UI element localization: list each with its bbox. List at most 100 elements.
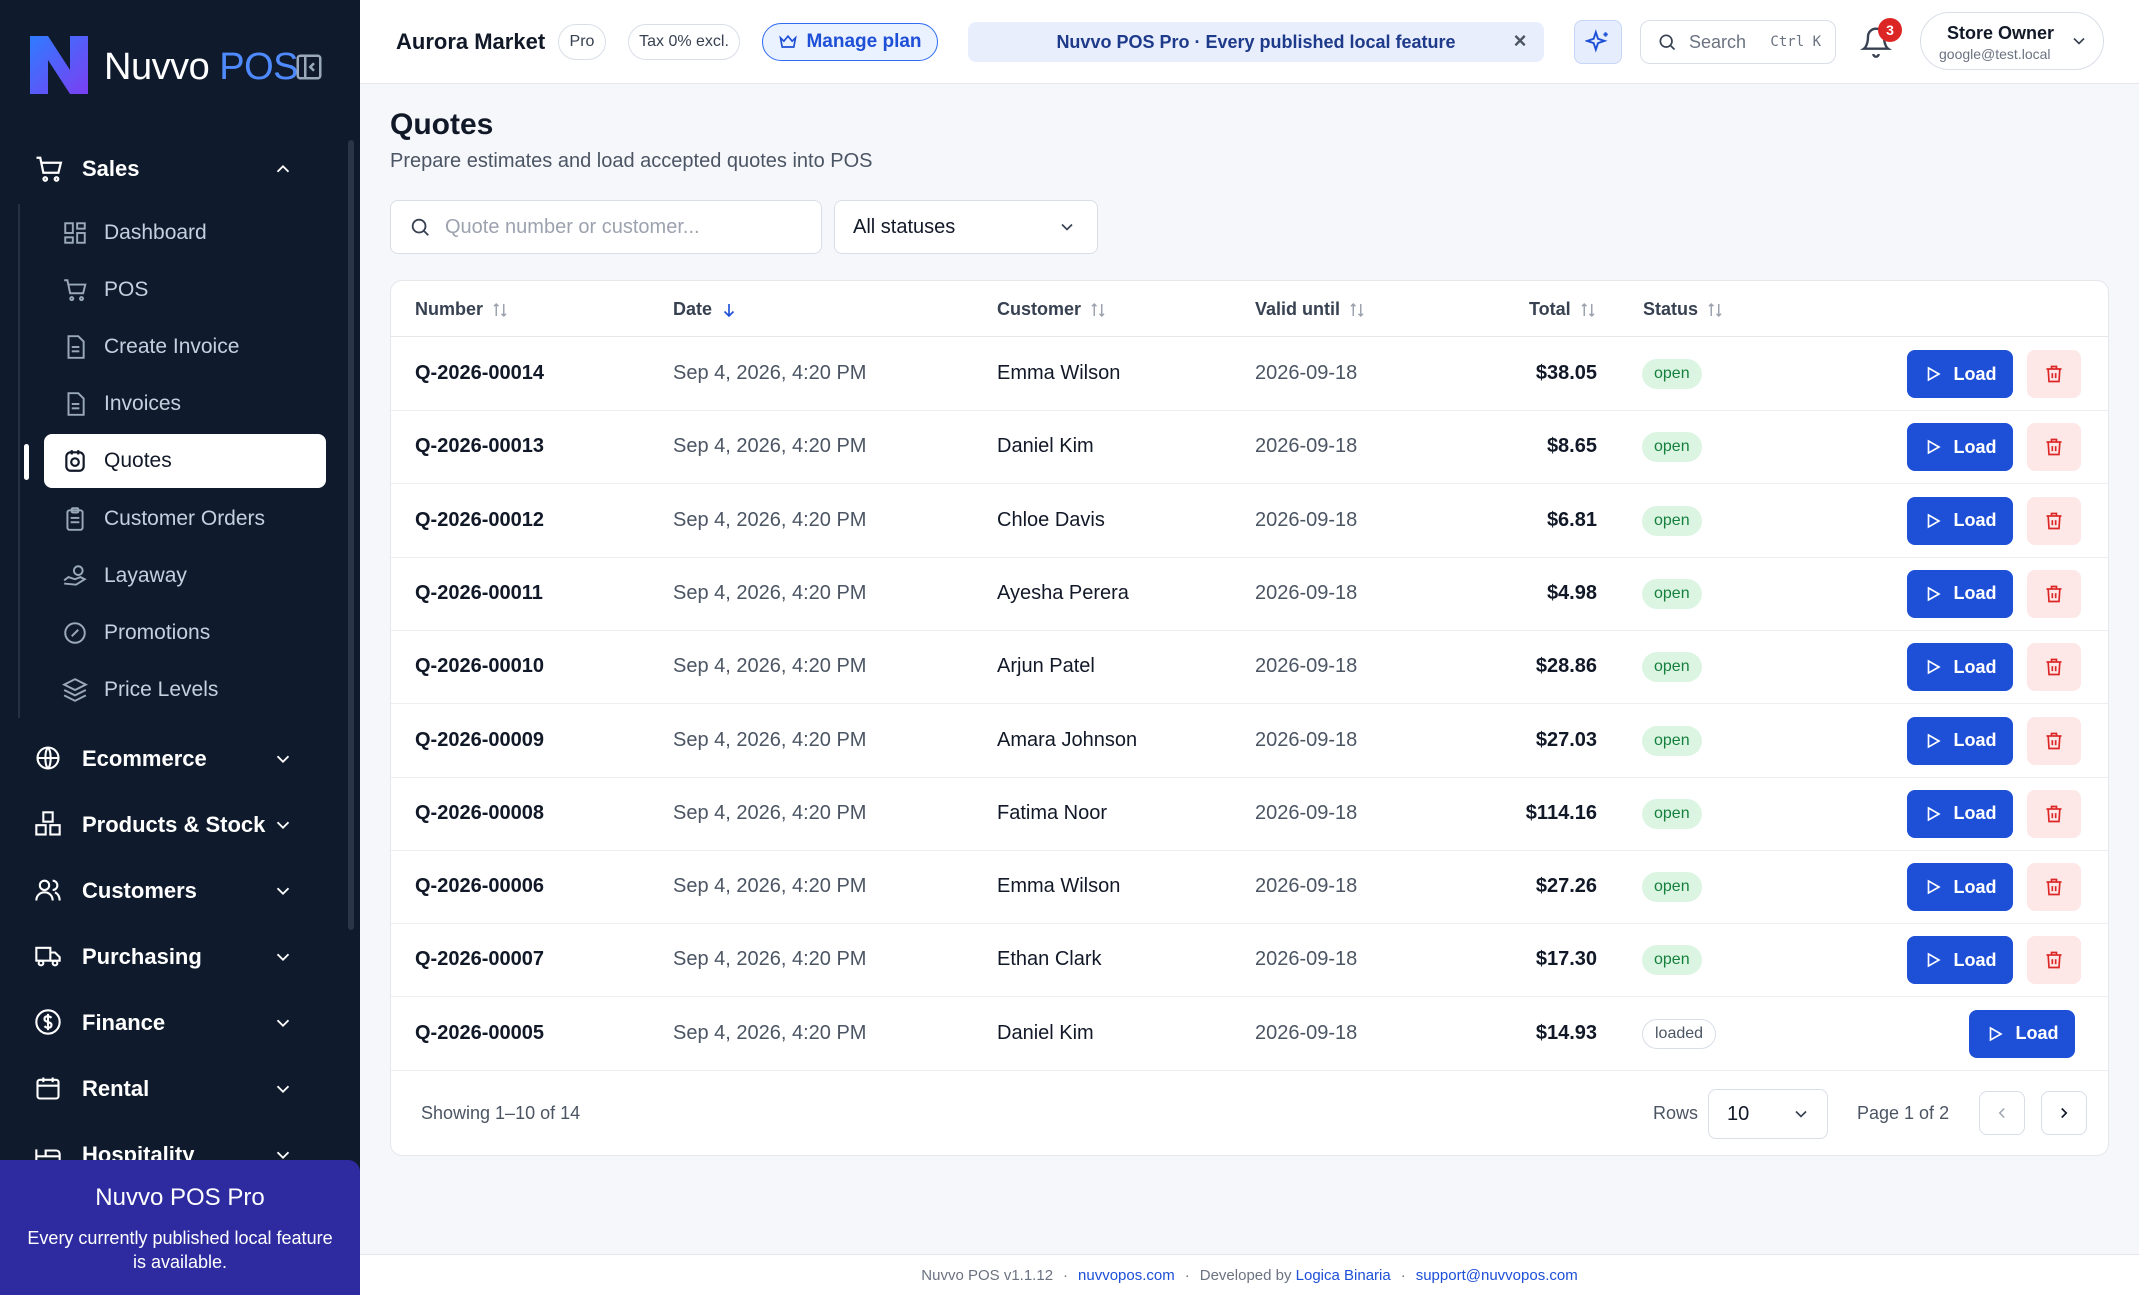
quote-date: Sep 4, 2026, 4:20 PM xyxy=(673,508,867,531)
table-row[interactable]: Q-2026-00007 Sep 4, 2026, 4:20 PM Ethan Cl… xyxy=(391,924,2108,998)
chevron-up-icon xyxy=(276,164,290,173)
sidebar-item-layaway[interactable]: Layaway xyxy=(20,547,344,604)
load-quote-button[interactable]: Load xyxy=(1907,423,2013,472)
sidebar-item-customer-orders[interactable]: Customer Orders xyxy=(20,490,344,547)
quote-search-input[interactable] xyxy=(445,215,805,239)
table-row[interactable]: Q-2026-00011 Sep 4, 2026, 4:20 PM Ayesha P… xyxy=(391,558,2108,631)
load-quote-button[interactable]: Load xyxy=(1907,643,2013,692)
delete-quote-button[interactable] xyxy=(2027,496,2081,545)
trash-icon xyxy=(2046,365,2062,383)
close-icon[interactable]: × xyxy=(1510,30,1530,52)
column-customer[interactable]: Customer xyxy=(997,299,1107,320)
load-quote-button[interactable]: Load xyxy=(1907,569,2013,618)
sidebar-scrollbar[interactable] xyxy=(348,140,354,930)
sidebar-item-pos[interactable]: POS xyxy=(20,261,344,318)
delete-quote-button[interactable] xyxy=(2027,936,2081,985)
load-quote-button[interactable]: Load xyxy=(1907,716,2013,765)
quote-number[interactable]: Q-2026-00005 xyxy=(415,1022,544,1045)
delete-quote-button[interactable] xyxy=(2027,863,2081,912)
previous-page-button[interactable] xyxy=(1979,1091,2025,1135)
global-search[interactable]: Search Ctrl K xyxy=(1640,20,1836,64)
quote-date: Sep 4, 2026, 4:20 PM xyxy=(673,1021,867,1044)
load-quote-button[interactable]: Load xyxy=(1907,789,2013,838)
crown-icon xyxy=(779,34,798,48)
section-finance[interactable]: Finance xyxy=(0,990,344,1056)
pro-banner: Nuvvo POS Pro · Every published local fe… xyxy=(968,22,1544,62)
load-label: Load xyxy=(1953,656,1997,677)
cart-icon xyxy=(62,277,88,303)
developer-link[interactable]: Logica Binaria xyxy=(1296,1267,1391,1284)
column-number[interactable]: Number xyxy=(415,299,509,320)
table-row[interactable]: Q-2026-00014 Sep 4, 2026, 4:20 PM Emma Wil… xyxy=(391,338,2108,411)
sidebar-item-dashboard[interactable]: Dashboard xyxy=(20,204,344,261)
table-row[interactable]: Q-2026-00006 Sep 4, 2026, 4:20 PM Emma Wil… xyxy=(391,851,2108,925)
delete-quote-button[interactable] xyxy=(2027,569,2081,618)
column-total[interactable]: Total xyxy=(1529,299,1597,320)
table-row[interactable]: Q-2026-00010 Sep 4, 2026, 4:20 PM Arjun Pa… xyxy=(391,631,2108,705)
quote-number[interactable]: Q-2026-00009 xyxy=(415,729,544,752)
sidebar-item-invoices[interactable]: Invoices xyxy=(20,375,344,432)
section-ecommerce[interactable]: Ecommerce xyxy=(0,726,344,792)
sidebar-item-quotes[interactable]: Quotes xyxy=(24,434,326,488)
quote-number[interactable]: Q-2026-00008 xyxy=(415,802,544,825)
ai-assistant-button[interactable] xyxy=(1574,20,1622,64)
delete-quote-button[interactable] xyxy=(2027,643,2081,692)
column-valid-until[interactable]: Valid until xyxy=(1255,299,1366,320)
support-email-link[interactable]: support@nuvvopos.com xyxy=(1416,1267,1578,1284)
delete-quote-button[interactable] xyxy=(2027,423,2081,472)
trash-icon xyxy=(2046,512,2062,529)
sidebar-item-create-invoice[interactable]: Create Invoice xyxy=(20,318,344,375)
column-date[interactable]: Date xyxy=(673,299,738,320)
sales-submenu: Dashboard POS Create Invoice Invoices Qu… xyxy=(18,204,344,718)
quote-number[interactable]: Q-2026-00007 xyxy=(415,948,544,971)
user-menu[interactable]: Store Owner google@test.local xyxy=(1920,12,2104,70)
manage-plan-button[interactable]: Manage plan xyxy=(762,23,938,61)
column-status[interactable]: Status xyxy=(1643,299,1724,320)
next-page-button[interactable] xyxy=(2041,1091,2087,1135)
quote-number[interactable]: Q-2026-00014 xyxy=(415,362,544,385)
rows-per-page-select[interactable]: 10 xyxy=(1708,1089,1828,1139)
collapse-sidebar-icon[interactable] xyxy=(294,52,324,82)
website-link[interactable]: nuvvopos.com xyxy=(1078,1267,1175,1284)
user-name: Store Owner xyxy=(1947,23,2055,43)
quote-customer: Daniel Kim xyxy=(997,435,1094,458)
delete-quote-button[interactable] xyxy=(2027,716,2081,765)
section-sales[interactable]: Sales xyxy=(0,140,344,198)
table-row[interactable]: Q-2026-00009 Sep 4, 2026, 4:20 PM Amara Jo… xyxy=(391,705,2108,778)
load-label: Load xyxy=(1953,583,1997,604)
sidebar-item-price-levels[interactable]: Price Levels xyxy=(20,661,344,718)
load-quote-button[interactable]: Load xyxy=(1907,350,2013,398)
table-row[interactable]: Q-2026-00008 Sep 4, 2026, 4:20 PM Fatima N… xyxy=(391,778,2108,851)
delete-quote-button[interactable] xyxy=(2027,789,2081,838)
quote-number[interactable]: Q-2026-00006 xyxy=(415,875,544,898)
notification-badge: 3 xyxy=(1878,18,1902,42)
table-row[interactable]: Q-2026-00012 Sep 4, 2026, 4:20 PM Chloe Da… xyxy=(391,485,2108,558)
table-row[interactable]: Q-2026-00013 Sep 4, 2026, 4:20 PM Daniel K… xyxy=(391,411,2108,485)
section-rental[interactable]: Rental xyxy=(0,1056,344,1122)
plan-badge: Pro xyxy=(558,24,606,60)
quote-number[interactable]: Q-2026-00013 xyxy=(415,435,544,458)
quote-total: $27.26 xyxy=(1535,875,1597,898)
load-quote-button[interactable]: Load xyxy=(1907,936,2013,985)
separator: · xyxy=(1184,1266,1190,1284)
quote-number[interactable]: Q-2026-00011 xyxy=(415,582,543,605)
section-products-stock[interactable]: Products & Stock xyxy=(0,792,344,858)
load-label: Load xyxy=(1953,730,1997,750)
quote-search-field[interactable] xyxy=(390,200,822,254)
brand-logo[interactable]: Nuvvo POS xyxy=(26,30,336,100)
load-quote-button[interactable]: Load xyxy=(1907,863,2013,912)
table-row[interactable]: Q-2026-00005 Sep 4, 2026, 4:20 PM Daniel K… xyxy=(391,998,2108,1071)
quote-number[interactable]: Q-2026-00012 xyxy=(415,509,544,532)
sidebar-item-promotions[interactable]: Promotions xyxy=(20,604,344,661)
status-filter-select[interactable]: All statuses xyxy=(834,200,1098,254)
section-customers[interactable]: Customers xyxy=(0,858,344,924)
load-quote-button[interactable]: Load xyxy=(1907,496,2013,545)
quote-date: Sep 4, 2026, 4:20 PM xyxy=(673,875,867,898)
user-email: google@test.local xyxy=(1939,46,2051,62)
quote-number[interactable]: Q-2026-00010 xyxy=(415,655,544,678)
play-icon xyxy=(1927,952,1941,968)
load-quote-button[interactable]: Load xyxy=(1969,1009,2075,1058)
section-purchasing[interactable]: Purchasing xyxy=(0,924,344,990)
quote-total: $38.05 xyxy=(1535,362,1597,384)
delete-quote-button[interactable] xyxy=(2027,350,2081,398)
